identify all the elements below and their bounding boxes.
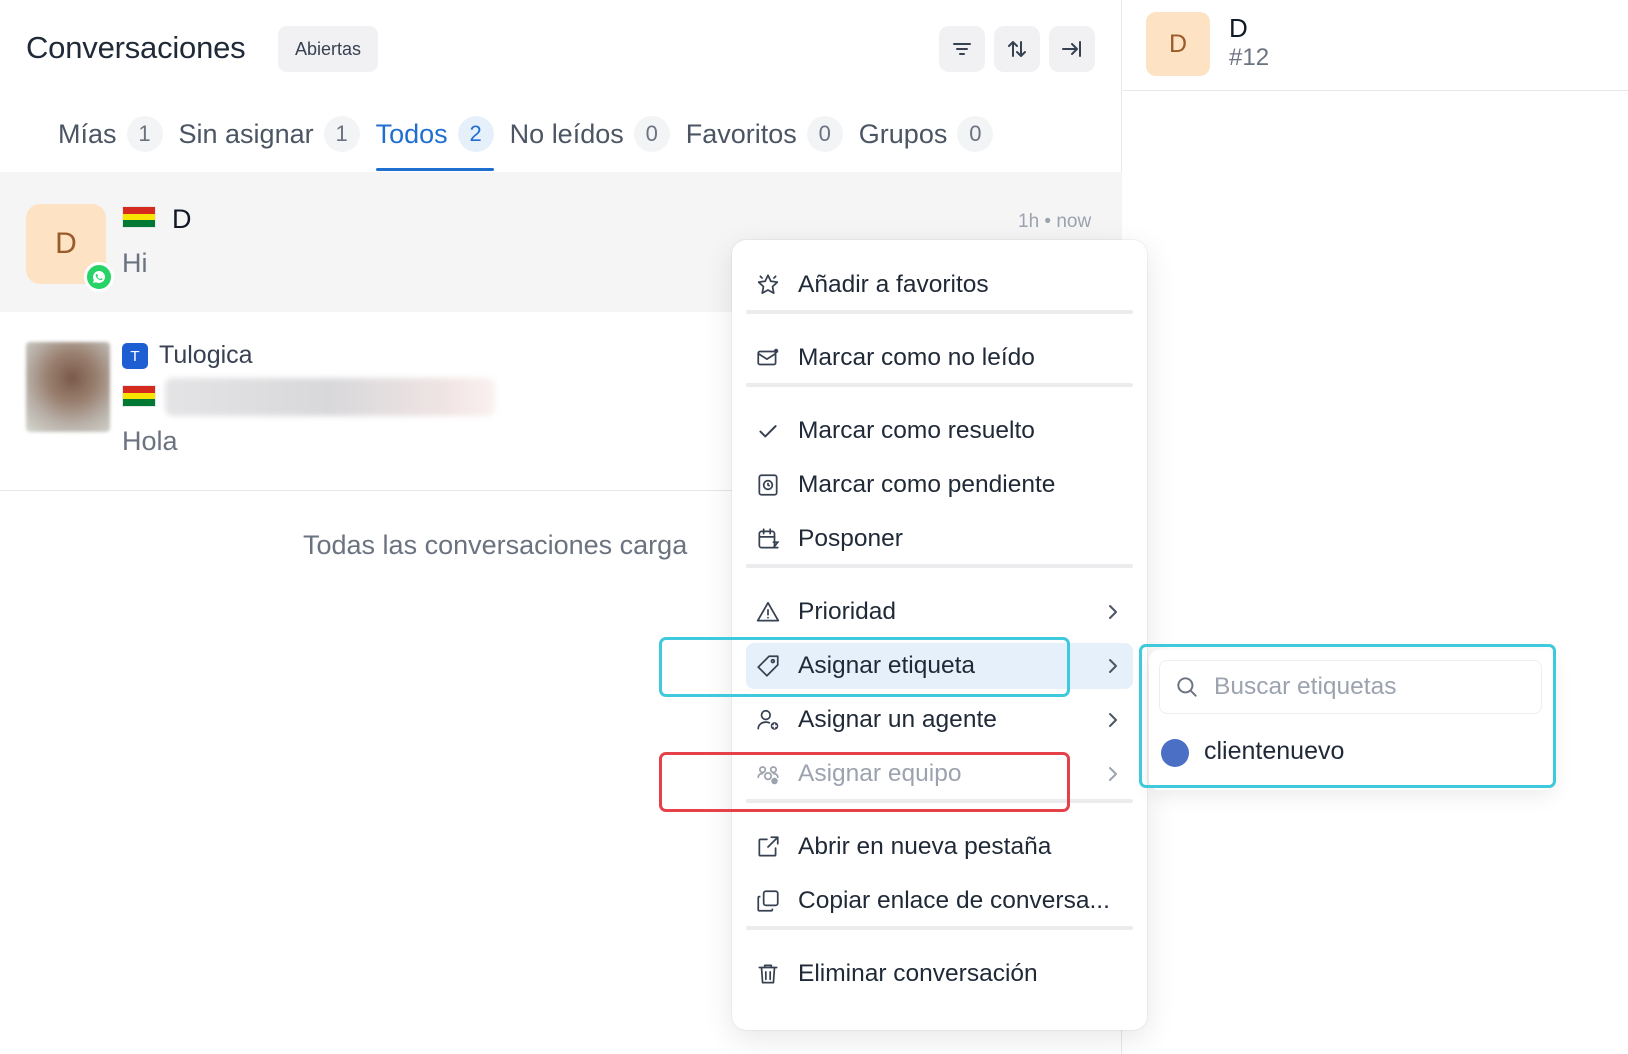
annotation-highlight-assign-team — [659, 752, 1070, 812]
tab-label: Mías — [58, 118, 117, 149]
last-message: Hola — [122, 426, 178, 456]
tab-sin-asignar[interactable]: Sin asignar 1 — [179, 112, 360, 156]
page-title: Conversaciones — [26, 30, 246, 65]
menu-item-label: Marcar como pendiente — [798, 471, 1056, 498]
tab-count: 1 — [126, 116, 163, 152]
tab-label: Favoritos — [685, 118, 797, 149]
menu-item-label: Añadir a favoritos — [798, 271, 989, 298]
menu-item-assign-agent[interactable]: Asignar un agente — [746, 697, 1133, 743]
menu-item-label: Prioridad — [798, 598, 897, 625]
sort-icon — [1008, 41, 1026, 57]
chevron-right-icon — [1109, 659, 1117, 673]
list-end-message: Todas las conversaciones carga — [303, 530, 688, 560]
tab-count: 0 — [806, 116, 843, 152]
conversation-tabs: Mías 1 Sin asignar 1 Todos 2 No leídos 0… — [58, 112, 1009, 172]
tab-label: Grupos — [858, 118, 948, 149]
menu-item-priority[interactable]: Prioridad — [746, 589, 1133, 635]
tab-count: 0 — [633, 116, 670, 152]
chevron-right-icon — [1109, 767, 1117, 781]
menu-item-snooze[interactable]: Posponer — [746, 516, 1133, 562]
snooze-icon — [754, 525, 782, 553]
bolivia-flag-icon — [122, 385, 156, 407]
external-link-icon — [754, 833, 782, 861]
menu-separator — [746, 310, 1133, 314]
last-message: Hi — [122, 248, 148, 278]
menu-item-label: Asignar un agente — [798, 706, 997, 733]
bolivia-flag-icon — [122, 206, 156, 228]
pending-icon — [754, 471, 782, 499]
tab-mias[interactable]: Mías 1 — [58, 112, 163, 156]
menu-item-label: Marcar como resuelto — [798, 417, 1035, 444]
tab-todos[interactable]: Todos 2 — [375, 112, 494, 171]
conversation-detail-pane — [1123, 0, 1628, 1054]
chevron-right-icon — [1109, 605, 1117, 619]
whatsapp-icon — [84, 262, 114, 292]
menu-item-open-new-tab[interactable]: Abrir en nueva pestaña — [746, 824, 1133, 870]
status-filter-button[interactable]: Abiertas — [278, 26, 379, 72]
menu-item-mark-pending[interactable]: Marcar como pendiente — [746, 462, 1133, 508]
menu-item-delete-conversation[interactable]: Eliminar conversación — [746, 951, 1133, 997]
conversation-id: #12 — [1229, 44, 1270, 71]
tab-count: 2 — [457, 116, 494, 152]
filter-icon — [953, 43, 971, 55]
menu-item-label: Abrir en nueva pestaña — [798, 833, 1052, 860]
menu-item-label: Eliminar conversación — [798, 960, 1038, 987]
agent-icon — [754, 706, 782, 734]
tab-label: No leídos — [509, 118, 624, 149]
sort-button[interactable] — [994, 26, 1040, 72]
menu-item-label: Copiar enlace de conversa... — [798, 887, 1110, 914]
menu-item-mark-resolved[interactable]: Marcar como resuelto — [746, 408, 1133, 454]
contact-name: D — [1229, 13, 1248, 43]
inbox-badge-icon: T — [122, 343, 148, 369]
tab-label: Todos — [375, 118, 448, 149]
divider — [1123, 90, 1628, 91]
menu-item-add-favorite[interactable]: Añadir a favoritos — [746, 262, 1133, 308]
annotation-highlight-label-submenu — [1139, 644, 1556, 788]
menu-item-copy-link[interactable]: Copiar enlace de conversa... — [746, 878, 1133, 924]
menu-separator — [746, 564, 1133, 568]
menu-item-mark-unread[interactable]: Marcar como no leído — [746, 335, 1133, 381]
collapse-panel-icon — [1062, 41, 1081, 57]
menu-item-label: Posponer — [798, 525, 903, 552]
collapse-panel-button[interactable] — [1049, 26, 1095, 72]
star-icon — [754, 271, 782, 299]
redacted-contact-name — [165, 378, 495, 416]
filter-button[interactable] — [939, 26, 985, 72]
context-menu: Añadir a favoritos Marcar como no leído … — [732, 240, 1147, 1030]
trash-icon — [754, 960, 782, 988]
tab-count: 1 — [323, 116, 360, 152]
annotation-highlight-assign-label — [659, 637, 1070, 697]
tab-label: Sin asignar — [178, 118, 314, 149]
copy-link-icon — [754, 887, 782, 915]
menu-separator — [746, 926, 1133, 930]
contact-name: D — [172, 204, 192, 234]
mail-icon — [754, 344, 782, 372]
menu-item-label: Marcar como no leído — [798, 344, 1035, 371]
tab-count: 0 — [957, 116, 994, 152]
menu-separator — [746, 383, 1133, 387]
tab-grupos[interactable]: Grupos 0 — [859, 112, 994, 156]
tab-no-leidos[interactable]: No leídos 0 — [510, 112, 670, 156]
tab-favoritos[interactable]: Favoritos 0 — [686, 112, 843, 156]
avatar — [26, 342, 110, 432]
chevron-right-icon — [1109, 713, 1117, 727]
inbox-name: Tulogica — [159, 341, 253, 369]
warning-icon — [754, 598, 782, 626]
avatar: D — [1146, 12, 1210, 76]
timestamp: 1h • now — [1018, 211, 1092, 232]
check-icon — [754, 417, 782, 445]
